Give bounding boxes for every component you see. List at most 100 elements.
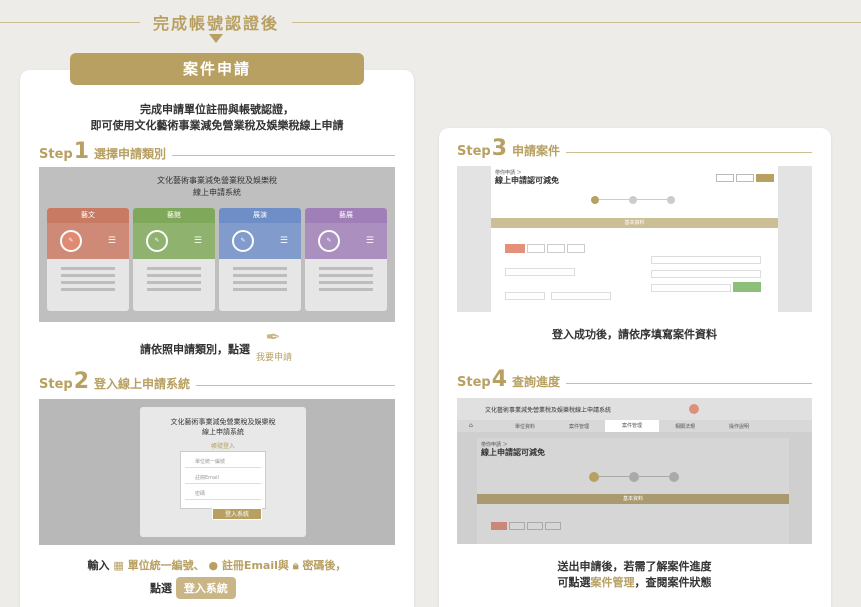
progress-line xyxy=(639,476,669,477)
down-arrow-icon xyxy=(209,34,223,43)
screen-title-line2: 線上申請系統 xyxy=(193,188,241,197)
step-divider xyxy=(566,152,812,153)
step3-caption: 登入成功後，請依序填寫案件資料 xyxy=(552,328,717,341)
screen-title: 文化藝術事業減免營業稅及娛樂稅 線上申請系統 xyxy=(39,175,395,199)
login-panel: 文化藝術事業減免營業稅及娛樂稅 線上申請系統 帳號登入 單位統一編號 註冊Ema… xyxy=(140,407,306,537)
select-input[interactable] xyxy=(651,270,761,278)
progress-step-2 xyxy=(629,196,637,204)
caption-text: 可點選 xyxy=(557,576,591,589)
pen-icon[interactable]: ✎ xyxy=(145,230,168,252)
category-name: 藝文 xyxy=(47,208,129,223)
step1-screenshot: 文化藝術事業減免營業稅及娛樂稅 線上申請系統 藝文 ✎ ☰ 藝館 ✎ ☰ 展演 … xyxy=(39,167,395,322)
screen-title-line1: 文化藝術事業減免營業稅及娛樂稅 xyxy=(157,176,277,185)
pen-icon[interactable]: ✎ xyxy=(59,230,82,252)
list-icon: ☰ xyxy=(279,236,288,246)
type-option[interactable] xyxy=(527,522,543,530)
header-divider-left xyxy=(0,22,140,23)
category-details xyxy=(219,259,301,299)
category-card-1[interactable]: 藝文 ✎ ☰ xyxy=(47,208,129,311)
caption-password: 密碼後， xyxy=(302,559,347,572)
screen-title-line2: 線上申請系統 xyxy=(202,428,244,436)
step4-heading: Step 4 查詢進度 xyxy=(457,367,812,392)
list-icon: ☰ xyxy=(193,236,202,246)
step-number: 2 xyxy=(73,369,90,394)
text-input[interactable] xyxy=(551,292,611,300)
intro-line-2: 即可使用文化藝術事業減免營業稅及娛樂稅線上申請 xyxy=(90,119,344,132)
caption-text: 輸入 xyxy=(87,559,110,572)
step-label: Step xyxy=(457,375,491,390)
password-field[interactable]: 密碼 xyxy=(185,488,261,500)
action-button[interactable] xyxy=(756,174,774,182)
verify-button[interactable] xyxy=(733,282,761,292)
step4-screenshot: 文化藝術事業減免營業稅及娛樂稅線上申請系統 ⌂ 單位資料 案件管理 案件管理 相… xyxy=(457,398,812,544)
progress-line xyxy=(599,199,629,200)
category-band: ✎ ☰ xyxy=(133,223,215,259)
step-title: 選擇申請類別 xyxy=(94,147,167,161)
category-band: ✎ ☰ xyxy=(305,223,387,259)
caption-text: 點選 xyxy=(150,582,172,595)
nav-item-help[interactable]: 操作說明 xyxy=(729,423,749,430)
screen-title-line1: 文化藝術事業減免營業稅及娛樂稅 xyxy=(170,418,276,426)
email-field[interactable]: 註冊Email xyxy=(185,472,261,484)
text-input[interactable] xyxy=(505,268,575,276)
step-number: 1 xyxy=(73,139,90,164)
type-option[interactable] xyxy=(527,244,545,253)
category-details xyxy=(133,259,215,299)
header-divider-right xyxy=(292,22,861,23)
caption-email: 註冊Email與 xyxy=(221,559,289,572)
step-divider xyxy=(566,383,812,384)
progress-step-1 xyxy=(589,472,599,482)
nav-item-unit[interactable]: 單位資料 xyxy=(515,423,535,430)
category-name: 展演 xyxy=(219,208,301,223)
nav-item-laws[interactable]: 相關法規 xyxy=(675,423,695,430)
caption-text: ，查閱案件狀態 xyxy=(634,576,712,589)
progress-step-2 xyxy=(629,472,639,482)
category-card-3[interactable]: 展演 ✎ ☰ xyxy=(219,208,301,311)
page-title: 完成帳號認證後 xyxy=(152,14,279,33)
pen-icon[interactable]: ✎ xyxy=(317,230,340,252)
nav-item-case[interactable]: 案件管理 xyxy=(569,423,589,430)
category-card-4[interactable]: 藝展 ✎ ☰ xyxy=(305,208,387,311)
select-input[interactable] xyxy=(651,284,731,292)
step-number: 4 xyxy=(491,367,508,392)
progress-line xyxy=(637,199,667,200)
unit-id-field[interactable]: 單位統一編號 xyxy=(185,456,261,468)
step1-caption: 請依照申請類別，點選 xyxy=(140,343,250,356)
pen-icon[interactable]: ✎ xyxy=(231,230,254,252)
user-icon: ● xyxy=(208,559,219,572)
progress-step-3 xyxy=(669,472,679,482)
avatar[interactable] xyxy=(689,404,699,414)
login-button-sample: 登入系統 xyxy=(175,577,236,599)
type-option[interactable] xyxy=(509,522,525,530)
type-option[interactable] xyxy=(491,522,507,530)
type-option[interactable] xyxy=(505,244,525,253)
app-title: 文化藝術事業減免營業稅及娛樂稅線上申請系統 xyxy=(485,407,612,414)
login-button[interactable]: 登入系統 xyxy=(212,508,262,520)
category-details xyxy=(47,259,129,299)
login-screen-title: 文化藝術事業減免營業稅及娛樂稅 線上申請系統 xyxy=(140,417,306,437)
form-title: 線上申請認可減免 xyxy=(495,176,559,185)
step1-heading: Step 1 選擇申請類別 xyxy=(39,139,395,164)
action-button[interactable] xyxy=(736,174,754,182)
type-option[interactable] xyxy=(545,522,561,530)
apply-icon-label: 我要申請 xyxy=(256,353,293,363)
category-card-2[interactable]: 藝館 ✎ ☰ xyxy=(133,208,215,311)
step3-screenshot: 帶你申請 ＞ 線上申請認可減免 基本資料 xyxy=(457,166,812,312)
type-option[interactable] xyxy=(547,244,565,253)
category-band: ✎ ☰ xyxy=(47,223,129,259)
type-option[interactable] xyxy=(567,244,585,253)
progress-line xyxy=(599,476,629,477)
step2-caption-line2: 點選 登入系統 xyxy=(150,577,284,599)
category-details xyxy=(305,259,387,299)
select-input[interactable] xyxy=(651,256,761,264)
nav-item-case-management[interactable]: 案件管理 xyxy=(605,420,659,432)
step4-caption-line2: 可點選案件管理，查閱案件狀態 xyxy=(457,574,812,590)
action-button[interactable] xyxy=(716,174,734,182)
section-header: 基本資料 xyxy=(491,218,778,228)
home-icon[interactable]: ⌂ xyxy=(469,422,473,429)
progress-step-1 xyxy=(591,196,599,204)
category-name: 藝館 xyxy=(133,208,215,223)
step-divider xyxy=(172,155,395,156)
select-input[interactable] xyxy=(505,292,545,300)
pen-icon: ✒ xyxy=(265,327,281,348)
